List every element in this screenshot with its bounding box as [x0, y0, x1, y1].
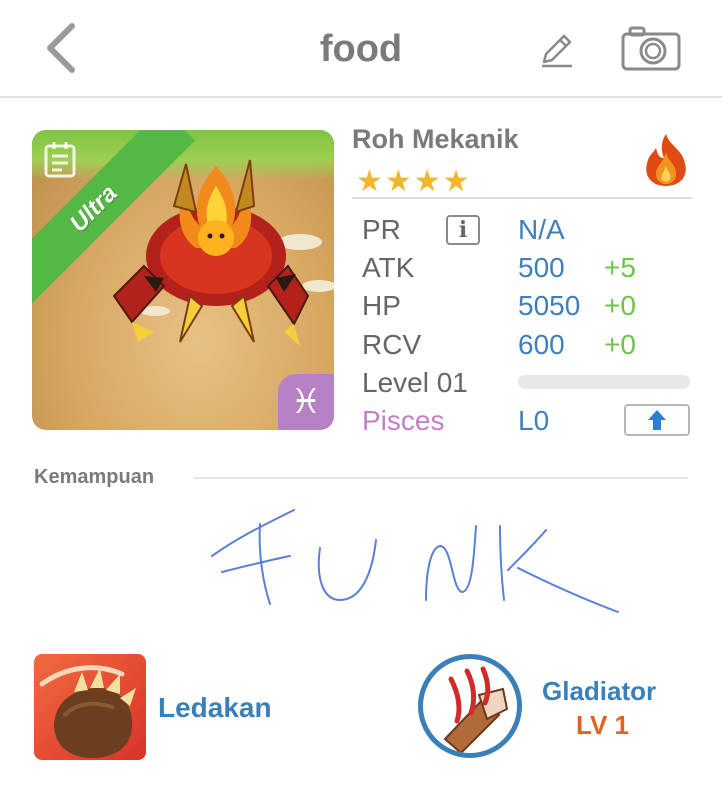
handwritten-scribble [211, 509, 619, 613]
zodiac-level-value: L0 [518, 405, 550, 436]
level-progress-bar [518, 375, 690, 389]
leader-skill-name[interactable]: Gladiator [542, 676, 656, 707]
info-icon[interactable]: i [446, 215, 480, 245]
atk-label: ATK [362, 252, 415, 283]
star-rating: ★★★★ [356, 165, 472, 198]
pr-label: PR [362, 214, 401, 245]
monster-card[interactable]: Ultra ♓ [32, 130, 334, 430]
page-title: food [319, 28, 403, 70]
rcv-label: RCV [362, 329, 422, 360]
fire-icon [646, 134, 686, 186]
zodiac-badge: ♓ [278, 374, 334, 430]
level-label: Level 01 [362, 367, 468, 398]
leader-skill-level: LV 1 [576, 710, 629, 740]
claw-strike-icon [39, 665, 136, 758]
monster-name: Roh Mekanik [352, 124, 519, 154]
rcv-bonus: +0 [604, 329, 636, 360]
zodiac-upgrade-button[interactable] [624, 404, 690, 436]
active-skill-name[interactable]: Ledakan [158, 692, 272, 724]
zodiac-label: Pisces [362, 405, 445, 436]
atk-value: 500 [518, 252, 565, 283]
hp-label: HP [362, 290, 401, 321]
pencil-icon[interactable] [536, 30, 576, 70]
atk-bonus: +5 [604, 252, 636, 283]
top-bar: food [0, 0, 722, 98]
hp-bonus: +0 [604, 290, 636, 321]
camera-icon[interactable] [620, 24, 682, 72]
divider [194, 477, 688, 479]
rcv-value: 600 [518, 329, 565, 360]
skill-icon[interactable] [34, 654, 146, 760]
gladiator-icon [443, 666, 509, 753]
pisces-icon: ♓ [290, 383, 322, 421]
arrow-up-icon [648, 410, 666, 430]
notes-icon[interactable] [42, 140, 78, 180]
skills-section-title: Kemampuan [34, 466, 155, 488]
pr-value: N/A [518, 214, 565, 245]
hp-value: 5050 [518, 290, 581, 321]
divider [352, 197, 692, 199]
leader-skill-icon[interactable] [418, 654, 522, 758]
